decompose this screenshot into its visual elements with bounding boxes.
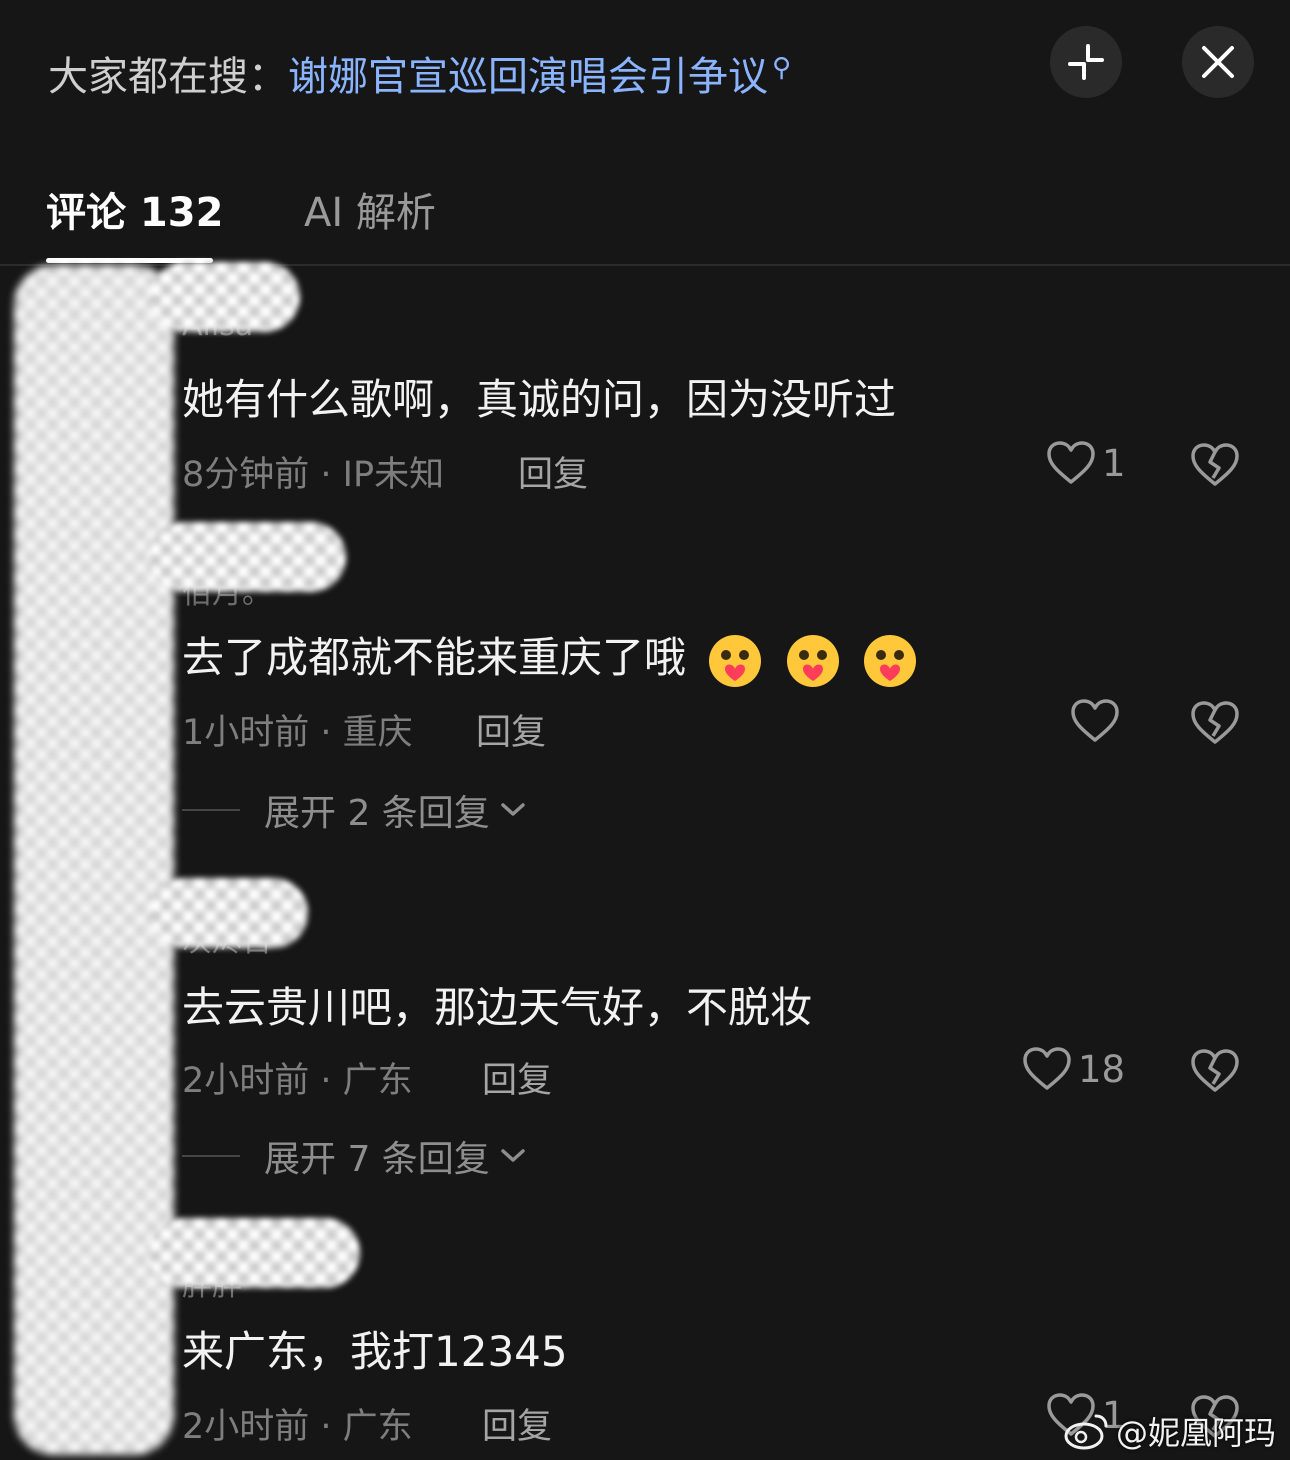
trending-search[interactable]: 大家都在搜：谢娜官宣巡回演唱会引争议 ⚲ xyxy=(48,44,791,102)
dislike-button[interactable] xyxy=(1190,1048,1240,1098)
like-count: 1 xyxy=(1102,441,1126,485)
trending-search-label: 大家都在搜： xyxy=(48,54,288,100)
username-privacy-mask xyxy=(150,878,308,948)
top-bar: 大家都在搜：谢娜官宣巡回演唱会引争议 ⚲ xyxy=(0,0,1290,140)
expand-replies-button[interactable]: 展开 2 条回复 xyxy=(182,784,528,836)
heart-icon xyxy=(1023,1047,1071,1090)
comment-meta: 2小时前 · 广东 xyxy=(182,1061,413,1101)
broken-heart-icon xyxy=(1191,443,1239,486)
broken-heart-icon xyxy=(1191,1049,1239,1092)
dislike-button[interactable] xyxy=(1190,700,1240,750)
expand-divider xyxy=(182,1155,240,1157)
username-privacy-mask xyxy=(150,262,300,332)
collapse-icon xyxy=(1068,44,1104,80)
watermark: @妮凰阿玛 xyxy=(1064,1408,1276,1454)
comment-text-row: 去了成都就不能来重庆了哦 xyxy=(182,624,918,689)
heart-icon xyxy=(1047,441,1095,484)
tab-comments[interactable]: 评论 132 xyxy=(46,180,223,238)
heart-icon xyxy=(1071,699,1119,742)
dislike-button[interactable] xyxy=(1190,442,1240,492)
expand-replies-label: 展开 7 条回复 xyxy=(264,1139,490,1180)
username-privacy-mask xyxy=(150,1218,360,1288)
tab-ai-analysis[interactable]: AI 解析 xyxy=(304,180,436,238)
comment-meta: 1小时前 · 重庆 xyxy=(182,713,413,753)
trending-search-query[interactable]: 谢娜官宣巡回演唱会引争议 xyxy=(288,54,768,100)
hug-emoji-icon xyxy=(864,634,917,687)
like-count: 18 xyxy=(1078,1047,1126,1091)
collapse-button[interactable] xyxy=(1050,26,1122,98)
like-button[interactable] xyxy=(1070,698,1126,744)
reply-button[interactable]: 回复 xyxy=(482,1398,552,1449)
expand-replies-button[interactable]: 展开 7 条回复 xyxy=(182,1130,528,1182)
chevron-down-icon xyxy=(501,1149,525,1162)
search-icon: ⚲ xyxy=(772,52,792,83)
comment-text: 去云贵川吧，那边天气好，不脱妆 xyxy=(182,983,813,1032)
hug-emoji-icon xyxy=(709,634,762,687)
comment-text: 来广东，我打12345 xyxy=(182,1327,568,1376)
comment-text: 去了成都就不能来重庆了哦 xyxy=(182,633,687,682)
avatar-privacy-mask xyxy=(14,265,174,1455)
comment-meta: 2小时前 · 广东 xyxy=(182,1407,413,1447)
username-privacy-mask xyxy=(150,522,346,592)
reply-button[interactable]: 回复 xyxy=(518,446,588,497)
weibo-logo-icon xyxy=(1064,1414,1108,1450)
reply-button[interactable]: 回复 xyxy=(476,704,546,755)
reply-button[interactable]: 回复 xyxy=(482,1052,552,1103)
tab-bar: 评论 132 AI 解析 xyxy=(0,170,1290,266)
expand-replies-label: 展开 2 条回复 xyxy=(264,793,490,834)
comment-text: 她有什么歌啊，真诚的问，因为没听过 xyxy=(182,375,897,424)
like-button[interactable]: 1 xyxy=(1046,440,1126,486)
like-button[interactable]: 18 xyxy=(1022,1046,1125,1092)
watermark-text: @妮凰阿玛 xyxy=(1116,1414,1277,1452)
expand-divider xyxy=(182,809,240,811)
chevron-down-icon xyxy=(501,803,525,816)
close-button[interactable] xyxy=(1182,26,1254,98)
close-icon xyxy=(1202,46,1234,78)
comment-meta: 8分钟前 · IP未知 xyxy=(182,455,445,495)
broken-heart-icon xyxy=(1191,701,1239,744)
hug-emoji-icon xyxy=(786,634,839,687)
